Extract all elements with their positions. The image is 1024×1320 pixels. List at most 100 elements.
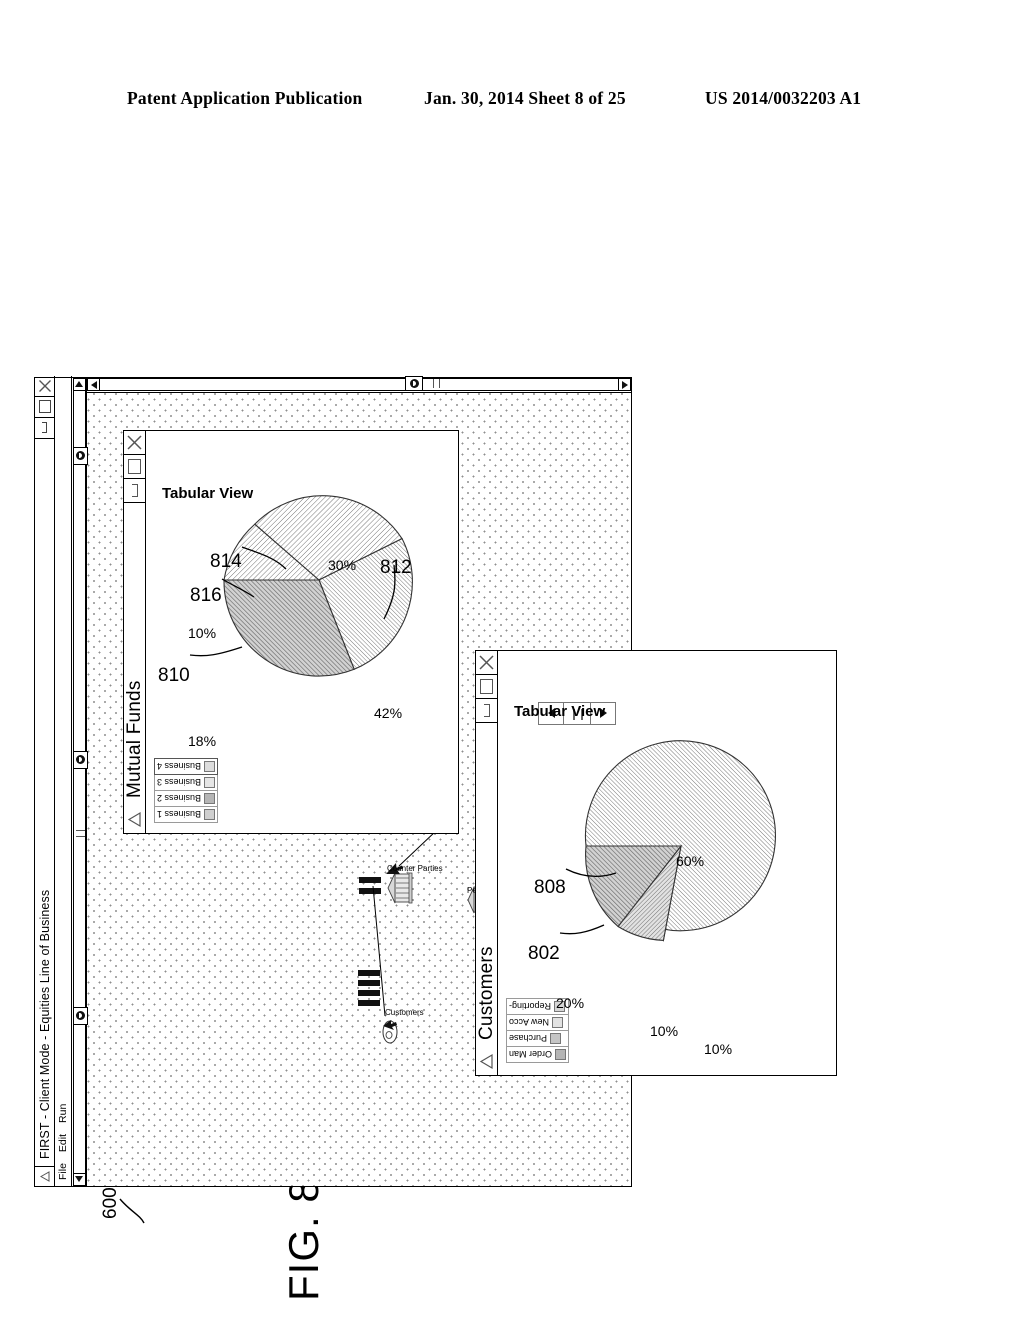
maximize-button[interactable] xyxy=(476,675,497,699)
legend-swatch xyxy=(555,1049,567,1060)
legend-swatch xyxy=(204,777,216,788)
mf-window-buttons xyxy=(124,431,145,503)
legend-label: Reporting- xyxy=(509,1001,552,1012)
hscroll-handle-1[interactable] xyxy=(72,1007,88,1025)
minimize-button[interactable] xyxy=(124,479,145,503)
main-application-window[interactable]: FIRST - Client Mode - Equities Line of B… xyxy=(34,376,837,1187)
canvas-vertical-scrollbar[interactable] xyxy=(87,376,631,393)
vscroll-track[interactable] xyxy=(100,376,618,392)
legend-swatch xyxy=(550,1033,562,1044)
legend-item-business-1[interactable]: Business 1 xyxy=(154,807,219,823)
down-arrow-icon xyxy=(621,381,628,389)
mutual-funds-legend: Business 1 Business 2 Business 3 Busines… xyxy=(154,758,219,823)
customers-pie-chart xyxy=(556,721,811,971)
app-menu-bar[interactable]: File Edit Run xyxy=(55,376,72,1186)
legend-label: Business 3 xyxy=(157,777,202,788)
cust-pct-20: 20% xyxy=(556,995,585,1011)
maximize-button[interactable] xyxy=(124,455,145,479)
close-icon xyxy=(127,435,142,450)
vscroll-handle[interactable] xyxy=(405,376,423,392)
close-icon xyxy=(38,380,51,392)
publication-label: Patent Application Publication xyxy=(127,88,363,108)
menu-item-edit[interactable]: Edit xyxy=(57,1134,69,1152)
maximize-icon xyxy=(38,400,51,414)
legend-swatch xyxy=(204,809,216,820)
maximize-icon xyxy=(128,459,141,474)
close-button[interactable] xyxy=(476,651,497,675)
cust-pct-10a: 10% xyxy=(650,1023,679,1039)
handle-dot-icon xyxy=(75,755,85,765)
mf-system-menu-button[interactable] xyxy=(124,807,145,833)
right-arrow-icon xyxy=(75,381,83,388)
ref-802: 802 xyxy=(528,943,560,964)
customers-body: Order Man Purchase New Acco Reporting- 2… xyxy=(498,651,836,1075)
hscroll-grip[interactable] xyxy=(75,830,85,837)
patent-header: Patent Application Publication Jan. 30, … xyxy=(0,88,1024,114)
legend-swatch xyxy=(204,793,216,804)
bar-group-icon-left[interactable] xyxy=(358,966,380,1006)
scroll-left-button[interactable] xyxy=(72,1173,86,1186)
legend-item-purchase[interactable]: Purchase xyxy=(506,1031,570,1047)
scroll-right-button[interactable] xyxy=(72,378,86,391)
mutual-funds-window[interactable]: Mutual Funds Business 1 Business 2 Busin… xyxy=(123,430,459,834)
customers-title-bar[interactable]: Customers xyxy=(476,651,498,1075)
legend-item-new-acco[interactable]: New Acco xyxy=(506,1015,570,1031)
handle-dot-icon xyxy=(75,1011,85,1021)
ref-808: 808 xyxy=(534,877,566,898)
legend-label: Business 4 xyxy=(157,761,202,772)
legend-item-business-4[interactable]: Business 4 xyxy=(154,758,219,775)
left-arrow-icon xyxy=(75,1176,83,1183)
ref-816: 816 xyxy=(190,585,222,606)
legend-item-business-3[interactable]: Business 3 xyxy=(154,775,219,791)
scroll-up-button[interactable] xyxy=(87,378,100,392)
hscroll-handle-2[interactable] xyxy=(72,751,88,769)
cust-pct-60: 60% xyxy=(676,853,705,869)
legend-item-business-2[interactable]: Business 2 xyxy=(154,791,219,807)
legend-item-order-man[interactable]: Order Man xyxy=(506,1047,570,1063)
mf-pct-42: 42% xyxy=(374,705,403,721)
cust-tabular-view-label[interactable]: Tabular View xyxy=(514,703,605,720)
canvas-horizontal-scrollbar[interactable] xyxy=(72,378,88,1186)
ref-814: 814 xyxy=(210,551,242,572)
triangle-icon xyxy=(479,1054,493,1070)
system-menu-button[interactable] xyxy=(35,1166,54,1186)
close-icon xyxy=(479,655,494,670)
close-button[interactable] xyxy=(35,376,54,397)
cust-window-buttons xyxy=(476,651,497,723)
ref-812: 812 xyxy=(380,557,412,578)
customers-window[interactable]: Customers Order Man Purchase New Acco Re… xyxy=(475,650,837,1076)
cust-system-menu-button[interactable] xyxy=(476,1049,497,1075)
app-title-bar[interactable]: FIRST - Client Mode - Equities Line of B… xyxy=(35,376,55,1186)
maximize-button[interactable] xyxy=(35,397,54,418)
legend-label: Business 1 xyxy=(157,809,202,820)
hscroll-handle-3[interactable] xyxy=(72,447,88,465)
legend-label: Order Man xyxy=(509,1049,553,1060)
ref-810: 810 xyxy=(158,665,190,686)
mf-pct-30: 30% xyxy=(328,557,357,573)
app-title-text: FIRST - Client Mode - Equities Line of B… xyxy=(37,889,52,1159)
mutual-funds-body: Business 1 Business 2 Business 3 Busines… xyxy=(146,431,458,833)
close-button[interactable] xyxy=(124,431,145,455)
legend-swatch xyxy=(552,1017,564,1028)
customers-title-text: Customers xyxy=(475,946,497,1040)
legend-swatch xyxy=(204,761,216,772)
menu-item-run[interactable]: Run xyxy=(57,1104,69,1123)
mf-tabular-view-label[interactable]: Tabular View xyxy=(162,485,253,502)
scroll-down-button[interactable] xyxy=(618,378,631,392)
minimize-button[interactable] xyxy=(35,418,54,439)
maximize-icon xyxy=(480,679,493,694)
legend-label: New Acco xyxy=(509,1017,550,1028)
menu-item-file[interactable]: File xyxy=(57,1163,69,1180)
minimize-button[interactable] xyxy=(476,699,497,723)
vscroll-grip[interactable] xyxy=(433,379,440,389)
date-sheet-label: Jan. 30, 2014 Sheet 8 of 25 xyxy=(424,88,626,108)
cust-pct-10b: 10% xyxy=(704,1041,733,1057)
hscroll-track[interactable] xyxy=(72,391,88,1173)
triangle-icon xyxy=(39,1171,49,1182)
minimize-icon xyxy=(42,422,47,434)
legend-label: Purchase xyxy=(509,1033,548,1044)
bar-group-icon-right[interactable] xyxy=(359,874,381,894)
app-window-buttons xyxy=(35,376,54,439)
mutual-funds-title-bar[interactable]: Mutual Funds xyxy=(124,431,146,833)
mutual-funds-title-text: Mutual Funds xyxy=(123,680,145,798)
